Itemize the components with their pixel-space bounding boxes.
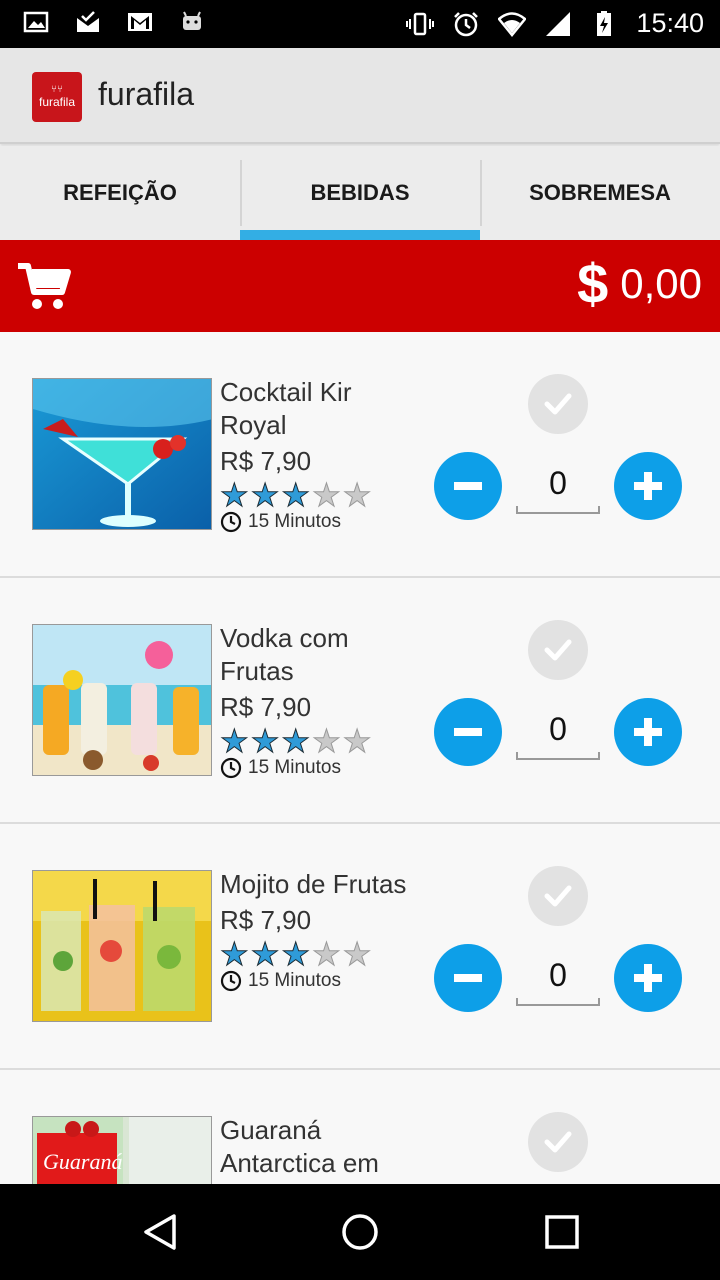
app-title: furafila: [98, 76, 195, 112]
minus-icon: [454, 974, 482, 982]
tab-refeicao[interactable]: REFEIÇÃO: [0, 146, 240, 240]
star-empty-icon: ★: [312, 476, 342, 514]
mail-check-icon: [77, 11, 99, 32]
minus-icon: [454, 482, 482, 490]
star-filled-icon: ★: [281, 722, 311, 760]
star-empty-icon: ★: [312, 722, 342, 760]
star-empty-icon: ★: [342, 722, 372, 760]
plus-icon: [634, 472, 662, 500]
rating-stars: ★ ★ ★ ★ ★: [220, 476, 420, 514]
status-time: 15:40: [636, 8, 704, 38]
status-bar: 15:40: [0, 0, 720, 48]
star-filled-icon: ★: [250, 722, 280, 760]
item-name: Guaraná Antarctica em: [220, 1115, 379, 1178]
app-logo: ⑂⑂ furafila: [32, 72, 82, 122]
star-filled-icon: ★: [220, 476, 250, 514]
total-amount: 0,00: [620, 260, 702, 307]
item-price: R$ 7,90: [220, 692, 312, 722]
rating-stars: ★ ★ ★ ★ ★: [220, 722, 420, 760]
svg-text:Guaraná: Guaraná: [43, 1149, 122, 1174]
cart-bar: $ 0,00: [0, 240, 720, 332]
check-icon[interactable]: [528, 374, 588, 434]
item-price: R$ 7,90: [220, 446, 312, 476]
drinks-list: Cocktail Kir Royal R$ 7,90 ★ ★ ★ ★ ★ 15 …: [0, 332, 720, 1184]
star-filled-icon: ★: [281, 935, 311, 973]
alarm-icon: [454, 11, 479, 36]
star-filled-icon: ★: [250, 476, 280, 514]
check-icon[interactable]: [528, 866, 588, 926]
list-item: Mojito de Frutas R$ 7,90 ★ ★ ★ ★ ★ 15 Mi…: [0, 824, 720, 1070]
back-icon[interactable]: [140, 1212, 180, 1252]
item-name: Cocktail Kir Royal: [220, 377, 352, 440]
decrease-button[interactable]: [434, 944, 502, 1012]
plus-icon: [634, 718, 662, 746]
battery-charging-icon: [597, 10, 612, 36]
minus-icon: [454, 728, 482, 736]
item-info: Vodka com Frutas R$ 7,90 ★ ★ ★ ★ ★ 15 Mi…: [220, 622, 420, 779]
star-filled-icon: ★: [281, 476, 311, 514]
navigation-bar: [0, 1184, 720, 1280]
drink-image-cocktail: [32, 378, 212, 530]
currency-symbol: $: [577, 252, 609, 315]
star-empty-icon: ★: [312, 935, 342, 973]
star-empty-icon: ★: [342, 476, 372, 514]
drink-image-vodka: [32, 624, 212, 776]
star-filled-icon: ★: [250, 935, 280, 973]
tab-sobremesa[interactable]: SOBREMESA: [480, 146, 720, 240]
rating-stars: ★ ★ ★ ★ ★: [220, 935, 420, 973]
item-info: Mojito de Frutas R$ 7,90 ★ ★ ★ ★ ★ 15 Mi…: [220, 868, 420, 992]
prep-time-label: 15 Minutos: [248, 970, 341, 991]
increase-button[interactable]: [614, 452, 682, 520]
list-item: Vodka com Frutas R$ 7,90 ★ ★ ★ ★ ★ 15 Mi…: [0, 578, 720, 824]
check-icon[interactable]: [528, 1112, 588, 1172]
item-info: Cocktail Kir Royal R$ 7,90 ★ ★ ★ ★ ★ 15 …: [220, 376, 420, 533]
quantity-field[interactable]: 0: [516, 456, 600, 514]
tab-bebidas[interactable]: BEBIDAS: [240, 146, 480, 240]
wifi-icon: [498, 11, 527, 37]
list-item: Cocktail Kir Royal R$ 7,90 ★ ★ ★ ★ ★ 15 …: [0, 332, 720, 578]
home-icon[interactable]: [340, 1212, 380, 1252]
drink-image-mojito: [32, 870, 212, 1022]
android-icon: [183, 11, 201, 30]
vibrate-icon: [406, 12, 435, 35]
clock-icon: [220, 757, 242, 779]
decrease-button[interactable]: [434, 452, 502, 520]
item-name: Mojito de Frutas: [220, 869, 407, 899]
drink-image-guarana: Guaraná: [32, 1116, 212, 1184]
prep-time-label: 15 Minutos: [248, 511, 341, 532]
cart-total: $ 0,00: [577, 256, 702, 312]
prep-time-label: 15 Minutos: [248, 757, 341, 778]
item-name: Vodka com Frutas: [220, 623, 349, 686]
increase-button[interactable]: [614, 944, 682, 1012]
prep-time: 15 Minutos: [220, 511, 420, 533]
clock-icon: [220, 511, 242, 533]
recents-icon[interactable]: [542, 1212, 582, 1252]
decrease-button[interactable]: [434, 698, 502, 766]
signal-icon: [546, 11, 571, 36]
star-empty-icon: ★: [342, 935, 372, 973]
quantity-field[interactable]: 0: [516, 948, 600, 1006]
list-item: Guaraná Guaraná Antarctica em: [0, 1070, 720, 1184]
gmail-icon: [128, 13, 152, 31]
prep-time: 15 Minutos: [220, 757, 420, 779]
app-logo-text: furafila: [38, 95, 76, 109]
check-icon[interactable]: [528, 620, 588, 680]
quantity-field[interactable]: 0: [516, 702, 600, 760]
gallery-icon: [23, 11, 49, 33]
action-bar: ⑂⑂ furafila furafila: [0, 48, 720, 144]
star-filled-icon: ★: [220, 722, 250, 760]
star-filled-icon: ★: [220, 935, 250, 973]
category-tabs: REFEIÇÃO BEBIDAS SOBREMESA: [0, 146, 720, 240]
shopping-cart-icon[interactable]: [16, 260, 72, 312]
increase-button[interactable]: [614, 698, 682, 766]
prep-time: 15 Minutos: [220, 970, 420, 992]
clock-icon: [220, 970, 242, 992]
item-info: Guaraná Antarctica em: [220, 1114, 420, 1180]
item-price: R$ 7,90: [220, 905, 312, 935]
plus-icon: [634, 964, 662, 992]
